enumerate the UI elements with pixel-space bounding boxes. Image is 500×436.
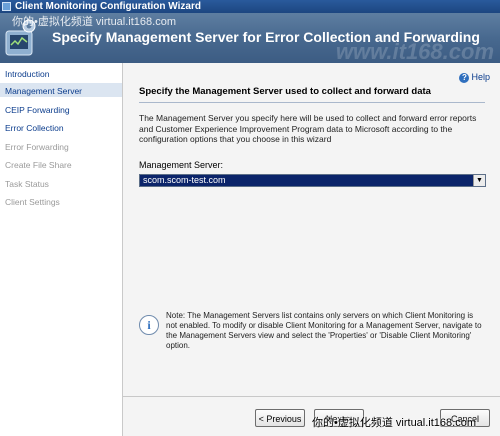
wizard-content: ? Help Specify the Management Server used… <box>123 63 500 436</box>
wizard-steps-nav: Introduction Management Server CEIP Forw… <box>0 63 123 436</box>
nav-item-task-status: Task Status <box>5 179 49 189</box>
help-icon: ? <box>459 72 470 83</box>
info-note: i Note: The Management Servers list cont… <box>139 311 485 357</box>
info-icon: i <box>139 315 159 335</box>
watermark-bottom: 你的•虚拟化频道 virtual.it168.com <box>312 417 476 429</box>
help-label: Help <box>471 72 490 82</box>
wizard-header: 你的•虚拟化频道 virtual.it168.com Specify Manag… <box>0 13 500 63</box>
title-bar[interactable]: Client Monitoring Configuration Wizard <box>0 0 500 13</box>
section-heading: Specify the Management Server used to co… <box>139 86 431 97</box>
nav-item-ceip-forwarding[interactable]: CEIP Forwarding <box>5 105 70 115</box>
management-server-value: scom.scom-test.com <box>143 175 226 185</box>
heading-divider <box>139 102 485 103</box>
help-link[interactable]: ? Help <box>459 72 490 83</box>
nav-item-error-collection[interactable]: Error Collection <box>5 123 64 133</box>
nav-item-introduction[interactable]: Introduction <box>5 69 49 79</box>
note-text: Note: The Management Servers list contai… <box>166 311 482 350</box>
app-icon <box>2 2 11 11</box>
nav-item-client-settings: Client Settings <box>5 197 60 207</box>
management-server-dropdown[interactable]: scom.scom-test.com ▼ <box>139 174 486 187</box>
nav-item-create-file-share: Create File Share <box>5 160 72 170</box>
window-title: Client Monitoring Configuration Wizard <box>15 1 201 12</box>
nav-item-management-server[interactable]: Management Server <box>5 86 82 96</box>
watermark-top: 你的•虚拟化频道 virtual.it168.com <box>12 16 176 28</box>
nav-item-error-forwarding: Error Forwarding <box>5 142 69 152</box>
footer-divider <box>123 396 500 397</box>
management-server-label: Management Server: <box>139 160 224 170</box>
chevron-down-icon[interactable]: ▼ <box>473 175 485 186</box>
section-description: The Management Server you specify here w… <box>139 113 477 144</box>
watermark-background: www.it168.com <box>335 39 494 63</box>
previous-button[interactable]: < Previous <box>255 409 305 427</box>
